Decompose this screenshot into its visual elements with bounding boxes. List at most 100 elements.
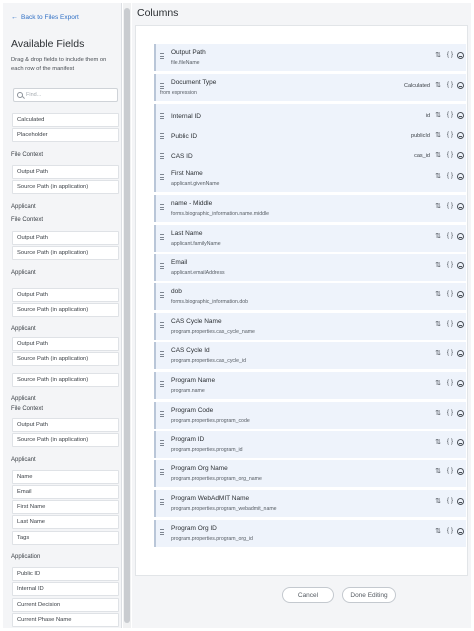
drag-handle-icon[interactable] [160, 440, 164, 446]
field-item[interactable]: Output Path [12, 337, 119, 351]
remove-circle-icon[interactable] [457, 173, 464, 180]
column-row[interactable]: Program Name program.name ⇅ { } [154, 372, 466, 399]
remove-circle-icon[interactable] [457, 233, 464, 240]
column-row[interactable]: Program ID program.properties.program_id ⇅… [154, 431, 466, 458]
drag-handle-icon[interactable] [160, 53, 164, 59]
swap-icon[interactable]: ⇅ [435, 497, 441, 505]
swap-icon[interactable]: ⇅ [435, 232, 441, 240]
swap-icon[interactable]: ⇅ [435, 172, 441, 180]
column-row[interactable]: dob forms.biographic_information.dob ⇅ { } [154, 283, 466, 310]
field-item[interactable]: Internal ID [12, 582, 119, 596]
column-row[interactable]: Document Type from expression Calculated ⇅ {… [154, 74, 466, 101]
braces-icon[interactable]: { } [447, 438, 453, 445]
column-row[interactable]: Output Path file.fileName ⇅ { } [154, 44, 466, 71]
braces-icon[interactable]: { } [447, 151, 453, 158]
swap-icon[interactable]: ⇅ [435, 261, 441, 269]
field-item[interactable]: Current Decision [12, 598, 119, 612]
swap-icon[interactable]: ⇅ [435, 379, 441, 387]
drag-handle-icon[interactable] [160, 113, 164, 119]
braces-icon[interactable]: { } [447, 349, 453, 356]
field-item[interactable]: Source Path (in application) [12, 246, 119, 260]
field-item[interactable]: Current Phase Name [12, 613, 119, 627]
braces-icon[interactable]: { } [447, 290, 453, 297]
field-item[interactable]: Email [12, 485, 119, 499]
braces-icon[interactable]: { } [447, 409, 453, 416]
field-item[interactable]: Output Path [12, 288, 119, 302]
drag-handle-icon[interactable] [160, 292, 164, 298]
column-row[interactable]: CAS Cycle Id program.properties.cas_cycle… [154, 342, 466, 369]
field-item[interactable]: Source Path (in application) [12, 352, 119, 366]
drag-handle-icon[interactable] [160, 322, 164, 328]
swap-icon[interactable]: ⇅ [435, 320, 441, 328]
braces-icon[interactable]: { } [447, 379, 453, 386]
braces-icon[interactable]: { } [447, 261, 453, 268]
field-item[interactable]: Source Path (in application) [12, 433, 119, 447]
swap-icon[interactable]: ⇅ [435, 51, 441, 59]
field-item[interactable]: Last Name [12, 515, 119, 529]
drag-handle-icon[interactable] [160, 263, 164, 269]
remove-circle-icon[interactable] [457, 291, 464, 298]
drag-handle-icon[interactable] [160, 469, 164, 475]
drag-handle-icon[interactable] [160, 234, 164, 240]
field-item[interactable]: Name [12, 470, 119, 484]
column-row[interactable]: name - Middle forms.biographic_informatio… [154, 195, 466, 222]
braces-icon[interactable]: { } [447, 172, 453, 179]
braces-icon[interactable]: { } [447, 527, 453, 534]
braces-icon[interactable]: { } [447, 131, 453, 138]
drag-handle-icon[interactable] [160, 381, 164, 387]
column-row[interactable]: Program Org Name program.properties.progr… [154, 460, 466, 487]
column-row[interactable]: Last Name applicant.familyName ⇅ { } [154, 225, 466, 252]
done-editing-button[interactable]: Done Editing [342, 587, 396, 603]
remove-circle-icon[interactable] [457, 350, 464, 357]
field-item[interactable]: Source Path (in application) [12, 303, 119, 317]
field-item[interactable]: Output Path [12, 231, 119, 245]
column-row[interactable]: Program Code program.properties.program_c… [154, 402, 466, 429]
remove-circle-icon[interactable] [457, 132, 464, 139]
drag-handle-icon[interactable] [160, 499, 164, 505]
remove-circle-icon[interactable] [457, 262, 464, 269]
field-item[interactable]: Tags [12, 531, 119, 545]
remove-circle-icon[interactable] [457, 439, 464, 446]
remove-circle-icon[interactable] [457, 112, 464, 119]
braces-icon[interactable]: { } [447, 51, 453, 58]
swap-icon[interactable]: ⇅ [435, 131, 441, 139]
field-item[interactable]: Source Path (in application) [12, 180, 119, 194]
braces-icon[interactable]: { } [447, 320, 453, 327]
braces-icon[interactable]: { } [447, 232, 453, 239]
column-row[interactable]: Program WebAdMIT Name program.properties.… [154, 490, 466, 517]
swap-icon[interactable]: ⇅ [435, 151, 441, 159]
remove-circle-icon[interactable] [457, 82, 464, 89]
drag-handle-icon[interactable] [160, 83, 164, 89]
drag-handle-icon[interactable] [160, 204, 164, 210]
swap-icon[interactable]: ⇅ [435, 467, 441, 475]
drag-handle-icon[interactable] [160, 529, 164, 535]
drag-handle-icon[interactable] [160, 133, 164, 139]
column-row[interactable]: CAS Cycle Name program.properties.cas_cyc… [154, 313, 466, 340]
remove-circle-icon[interactable] [457, 203, 464, 210]
drag-handle-icon[interactable] [160, 174, 164, 180]
swap-icon[interactable]: ⇅ [435, 349, 441, 357]
braces-icon[interactable]: { } [447, 81, 453, 88]
field-item[interactable]: Public ID [12, 567, 119, 581]
field-item[interactable]: Calculated [12, 113, 119, 127]
swap-icon[interactable]: ⇅ [435, 202, 441, 210]
column-row[interactable]: First Name applicant.givenName ⇅ { } [154, 165, 466, 192]
field-item[interactable]: Placeholder [12, 128, 119, 142]
remove-circle-icon[interactable] [457, 152, 464, 159]
remove-circle-icon[interactable] [457, 52, 464, 59]
swap-icon[interactable]: ⇅ [435, 438, 441, 446]
swap-icon[interactable]: ⇅ [435, 290, 441, 298]
remove-circle-icon[interactable] [457, 468, 464, 475]
drag-handle-icon[interactable] [160, 153, 164, 159]
search-input[interactable] [26, 92, 116, 98]
braces-icon[interactable]: { } [447, 202, 453, 209]
column-row[interactable]: Email applicant.emailAddress ⇅ { } [154, 254, 466, 281]
swap-icon[interactable]: ⇅ [435, 81, 441, 89]
remove-circle-icon[interactable] [457, 528, 464, 535]
drag-handle-icon[interactable] [160, 351, 164, 357]
braces-icon[interactable]: { } [447, 111, 453, 118]
braces-icon[interactable]: { } [447, 467, 453, 474]
field-item[interactable]: First Name [12, 500, 119, 514]
remove-circle-icon[interactable] [457, 498, 464, 505]
cancel-button[interactable]: Cancel [282, 587, 334, 603]
